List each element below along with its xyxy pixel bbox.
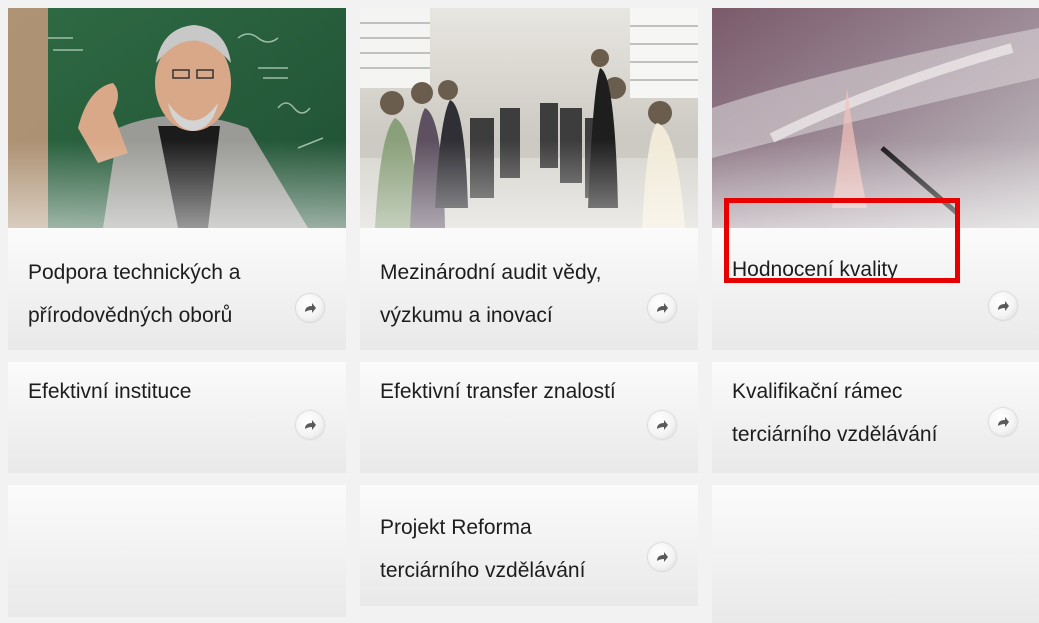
arrow-right-icon[interactable] xyxy=(296,411,324,439)
tile-empty xyxy=(8,485,346,617)
tile-podpora-technickych[interactable]: Podpora technických a přírodovědných obo… xyxy=(8,228,346,350)
arrow-right-icon[interactable] xyxy=(989,408,1017,436)
tile-kvalifikacni-ramec[interactable]: Kvalifikační rámec terciárního vzděláván… xyxy=(712,362,1039,473)
teacher-at-chalkboard-photo[interactable] xyxy=(8,8,346,228)
tile-label: Mezinárodní audit vědy, výzkumu a inovac… xyxy=(380,261,602,327)
tile-mezinarodni-audit[interactable]: Mezinárodní audit vědy, výzkumu a inovac… xyxy=(360,228,698,350)
tile-label: Projekt Reforma terciárního vzdělávání xyxy=(380,516,586,582)
tile-efektivni-instituce[interactable]: Efektivní instituce xyxy=(8,362,346,473)
arrow-right-icon[interactable] xyxy=(296,294,324,322)
tile-empty xyxy=(712,485,1039,623)
tile-label: Efektivní instituce xyxy=(28,380,192,403)
laboratory-glassware-photo[interactable] xyxy=(712,8,1039,228)
tile-projekt-reforma[interactable]: Projekt Reforma terciárního vzdělávání xyxy=(360,485,698,606)
arrow-right-icon[interactable] xyxy=(989,292,1017,320)
highlight-box xyxy=(724,198,960,283)
arrow-right-icon[interactable] xyxy=(648,543,676,571)
arrow-right-icon[interactable] xyxy=(648,294,676,322)
tile-label: Podpora technických a přírodovědných obo… xyxy=(28,261,241,327)
tile-label: Kvalifikační rámec terciárního vzděláván… xyxy=(732,380,938,446)
tile-efektivni-transfer[interactable]: Efektivní transfer znalostí xyxy=(360,362,698,473)
tile-label: Efektivní transfer znalostí xyxy=(380,380,616,403)
computer-classroom-photo[interactable] xyxy=(360,8,698,228)
arrow-right-icon[interactable] xyxy=(648,411,676,439)
